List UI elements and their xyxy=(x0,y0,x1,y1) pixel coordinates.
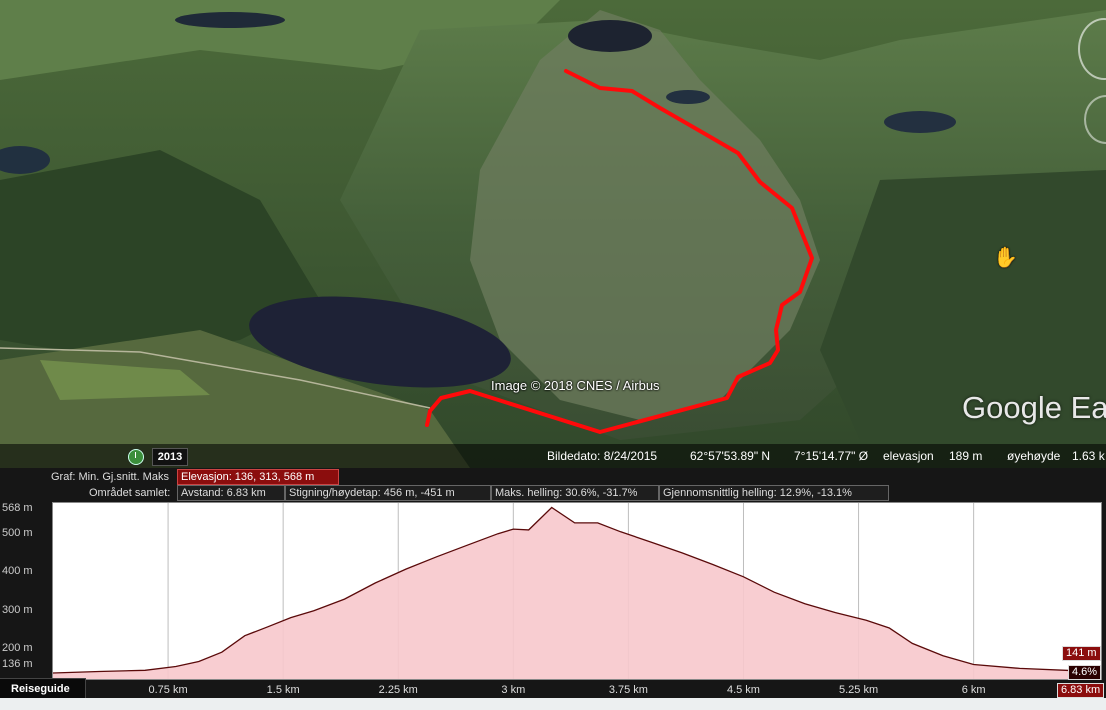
y-tick-label: 568 m xyxy=(2,502,33,514)
elevation-area xyxy=(53,507,1101,679)
elevation-label: elevasjon xyxy=(883,449,934,463)
google-earth-logo: Google Ea xyxy=(962,390,1106,425)
end-elevation-readout: 141 m xyxy=(1062,646,1101,661)
bottom-bar xyxy=(0,698,1106,710)
eye-altitude-label: øyehøyde xyxy=(1007,449,1061,463)
longitude: 7°15'14.77" Ø xyxy=(794,449,869,463)
historical-year[interactable]: 2013 xyxy=(152,448,188,466)
area-total-label: Området samlet: xyxy=(89,487,171,499)
y-tick-label: 500 m xyxy=(2,526,33,539)
elevation-chart[interactable] xyxy=(52,502,1102,680)
end-distance-readout: 6.83 km xyxy=(1057,683,1105,698)
imagery-copyright: Image © 2018 CNES / Airbus xyxy=(491,378,660,393)
x-tick-label: 2.25 km xyxy=(378,684,418,696)
elevation-chart-svg xyxy=(52,503,1102,679)
clock-icon[interactable] xyxy=(128,449,144,465)
x-tick-label: 1.5 km xyxy=(266,684,300,696)
hand-cursor-icon: ✋ xyxy=(993,247,1018,269)
x-tick-label: 6 km xyxy=(961,684,986,696)
eye-altitude-value: 1.63 k xyxy=(1072,449,1105,463)
reiseguide-button[interactable]: Reiseguide xyxy=(0,678,86,698)
climb-stat[interactable]: Stigning/høydetap: 456 m, -451 m xyxy=(285,485,491,501)
x-tick-label: 4.5 km xyxy=(726,684,760,696)
avg-slope-stat[interactable]: Gjennomsnittlig helling: 12.9%, -13.1% xyxy=(659,485,889,501)
latitude: 62°57'53.89" N xyxy=(690,449,771,463)
x-tick-label: 5.25 km xyxy=(838,684,879,696)
y-tick-label: 136 m xyxy=(2,658,33,670)
terrain-render xyxy=(0,0,1106,468)
max-slope-stat[interactable]: Maks. helling: 30.6%, -31.7% xyxy=(491,485,659,501)
x-tick-label: 3.75 km xyxy=(608,684,648,696)
satellite-3d-view[interactable]: Image © 2018 CNES / Airbus Google Ea ✋ xyxy=(0,0,1106,468)
elevation-value: 189 m xyxy=(949,449,983,463)
y-tick-label: 400 m xyxy=(2,565,33,578)
x-tick-label: 0.75 km xyxy=(148,684,188,696)
distance-stat[interactable]: Avstand: 6.83 km xyxy=(177,485,285,501)
end-slope-readout: 4.6% xyxy=(1068,665,1102,680)
graph-label: Graf: Min. Gj.snitt. Maks xyxy=(51,471,169,483)
elevation-stat[interactable]: Elevasjon: 136, 313, 568 m xyxy=(177,469,339,485)
y-tick-label: 200 m xyxy=(2,642,33,655)
x-tick-label: 3 km xyxy=(501,684,526,696)
y-tick-label: 300 m xyxy=(2,603,33,616)
imagery-date: Bildedato: 8/24/2015 xyxy=(547,449,658,463)
